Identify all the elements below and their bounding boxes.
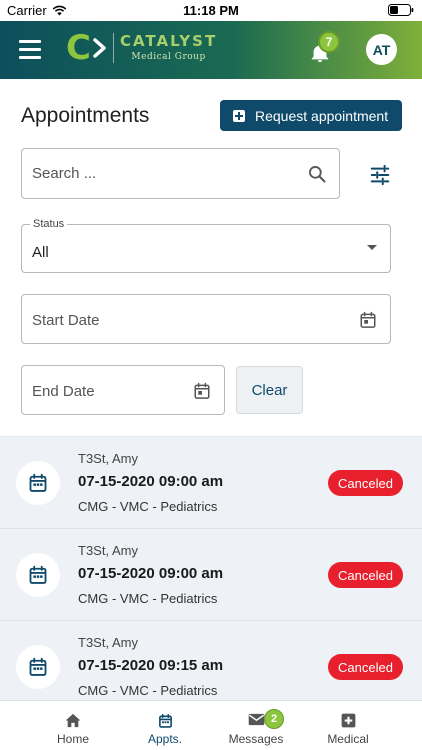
calendar-icon <box>29 657 47 676</box>
logo-letter: C <box>66 28 91 68</box>
bottom-tab-bar: Home Appts. 2 Messages Medical <box>0 700 422 750</box>
calendar-icon[interactable] <box>193 382 211 400</box>
tab-messages-label: Messages <box>228 732 284 746</box>
notification-badge: 7 <box>318 31 340 53</box>
appointment-location: CMG - VMC - Pediatrics <box>78 499 218 514</box>
caret-down-icon <box>367 245 377 250</box>
appointment-icon-circle <box>16 461 60 505</box>
status-select[interactable]: Status All <box>21 218 391 273</box>
status-value: All <box>32 244 49 261</box>
menu-button[interactable] <box>19 40 41 60</box>
tab-medical-label: Medical <box>327 732 369 746</box>
start-date-field[interactable]: Start Date <box>21 294 391 344</box>
add-box-icon <box>233 109 245 122</box>
tab-messages[interactable]: 2 Messages <box>208 701 304 750</box>
appointment-row[interactable]: T3St, Amy 07-15-2020 09:15 am CMG - VMC … <box>0 621 422 700</box>
filter-sliders-icon[interactable] <box>369 164 391 186</box>
request-appointment-label: Request appointment <box>255 107 389 124</box>
tab-home[interactable]: Home <box>25 701 121 750</box>
calendar-icon <box>29 565 47 584</box>
logo-name: CATALYST <box>119 32 218 50</box>
status-badge: Canceled <box>328 562 403 588</box>
battery-icon <box>388 4 414 16</box>
appointment-datetime: 07-15-2020 09:00 am <box>78 473 224 490</box>
clear-button[interactable]: Clear <box>236 366 303 414</box>
search-input[interactable] <box>32 149 302 198</box>
appointment-row[interactable]: T3St, Amy 07-15-2020 09:00 am CMG - VMC … <box>0 437 422 529</box>
calendar-icon <box>29 473 47 492</box>
home-icon <box>65 713 81 728</box>
end-date-field[interactable]: End Date <box>21 365 225 415</box>
status-label: Status <box>30 218 68 230</box>
appointment-datetime: 07-15-2020 09:15 am <box>78 657 224 674</box>
status-badge: Canceled <box>328 470 403 496</box>
tab-appointments-label: Appts. <box>147 732 183 746</box>
appointment-icon-circle <box>16 553 60 597</box>
medical-cross-icon <box>341 713 355 728</box>
patient-name: T3St, Amy <box>78 635 138 650</box>
calendar-icon <box>158 713 172 728</box>
tab-medical[interactable]: Medical <box>300 701 396 750</box>
logo-subtitle: Medical Group <box>131 52 206 62</box>
patient-name: T3St, Amy <box>78 543 138 558</box>
appointment-row[interactable]: T3St, Amy 07-15-2020 09:00 am CMG - VMC … <box>0 529 422 621</box>
menu-bar <box>19 56 41 59</box>
logo-chevron-icon <box>93 38 106 58</box>
appointment-location: CMG - VMC - Pediatrics <box>78 591 218 606</box>
patient-name: T3St, Amy <box>78 451 138 466</box>
status-badge: Canceled <box>328 654 403 680</box>
menu-bar <box>19 48 41 51</box>
avatar[interactable]: AT <box>366 34 397 65</box>
search-box <box>21 148 340 199</box>
tab-home-label: Home <box>56 732 89 746</box>
logo-divider <box>112 33 114 63</box>
end-date-placeholder: End Date <box>32 383 95 400</box>
appointment-list: T3St, Amy 07-15-2020 09:00 am CMG - VMC … <box>0 436 422 700</box>
calendar-icon[interactable] <box>359 311 377 329</box>
envelope-icon <box>248 713 264 726</box>
appointment-icon-circle <box>16 645 60 689</box>
app-header: C CATALYST Medical Group 7 AT <box>0 21 422 79</box>
catalyst-logo: C CATALYST Medical Group <box>66 31 217 65</box>
menu-bar <box>19 40 41 43</box>
start-date-placeholder: Start Date <box>32 312 100 329</box>
messages-badge: 2 <box>264 709 284 729</box>
tab-appointments[interactable]: Appts. <box>117 701 213 750</box>
status-time: 11:18 PM <box>183 3 239 18</box>
status-bar: Carrier 11:18 PM <box>0 0 422 21</box>
request-appointment-button[interactable]: Request appointment <box>220 100 402 131</box>
appointment-location: CMG - VMC - Pediatrics <box>78 683 218 698</box>
logo-text: CATALYST Medical Group <box>119 32 218 63</box>
appointment-datetime: 07-15-2020 09:00 am <box>78 565 224 582</box>
search-icon[interactable] <box>307 164 327 184</box>
page-title: Appointments <box>21 104 150 127</box>
